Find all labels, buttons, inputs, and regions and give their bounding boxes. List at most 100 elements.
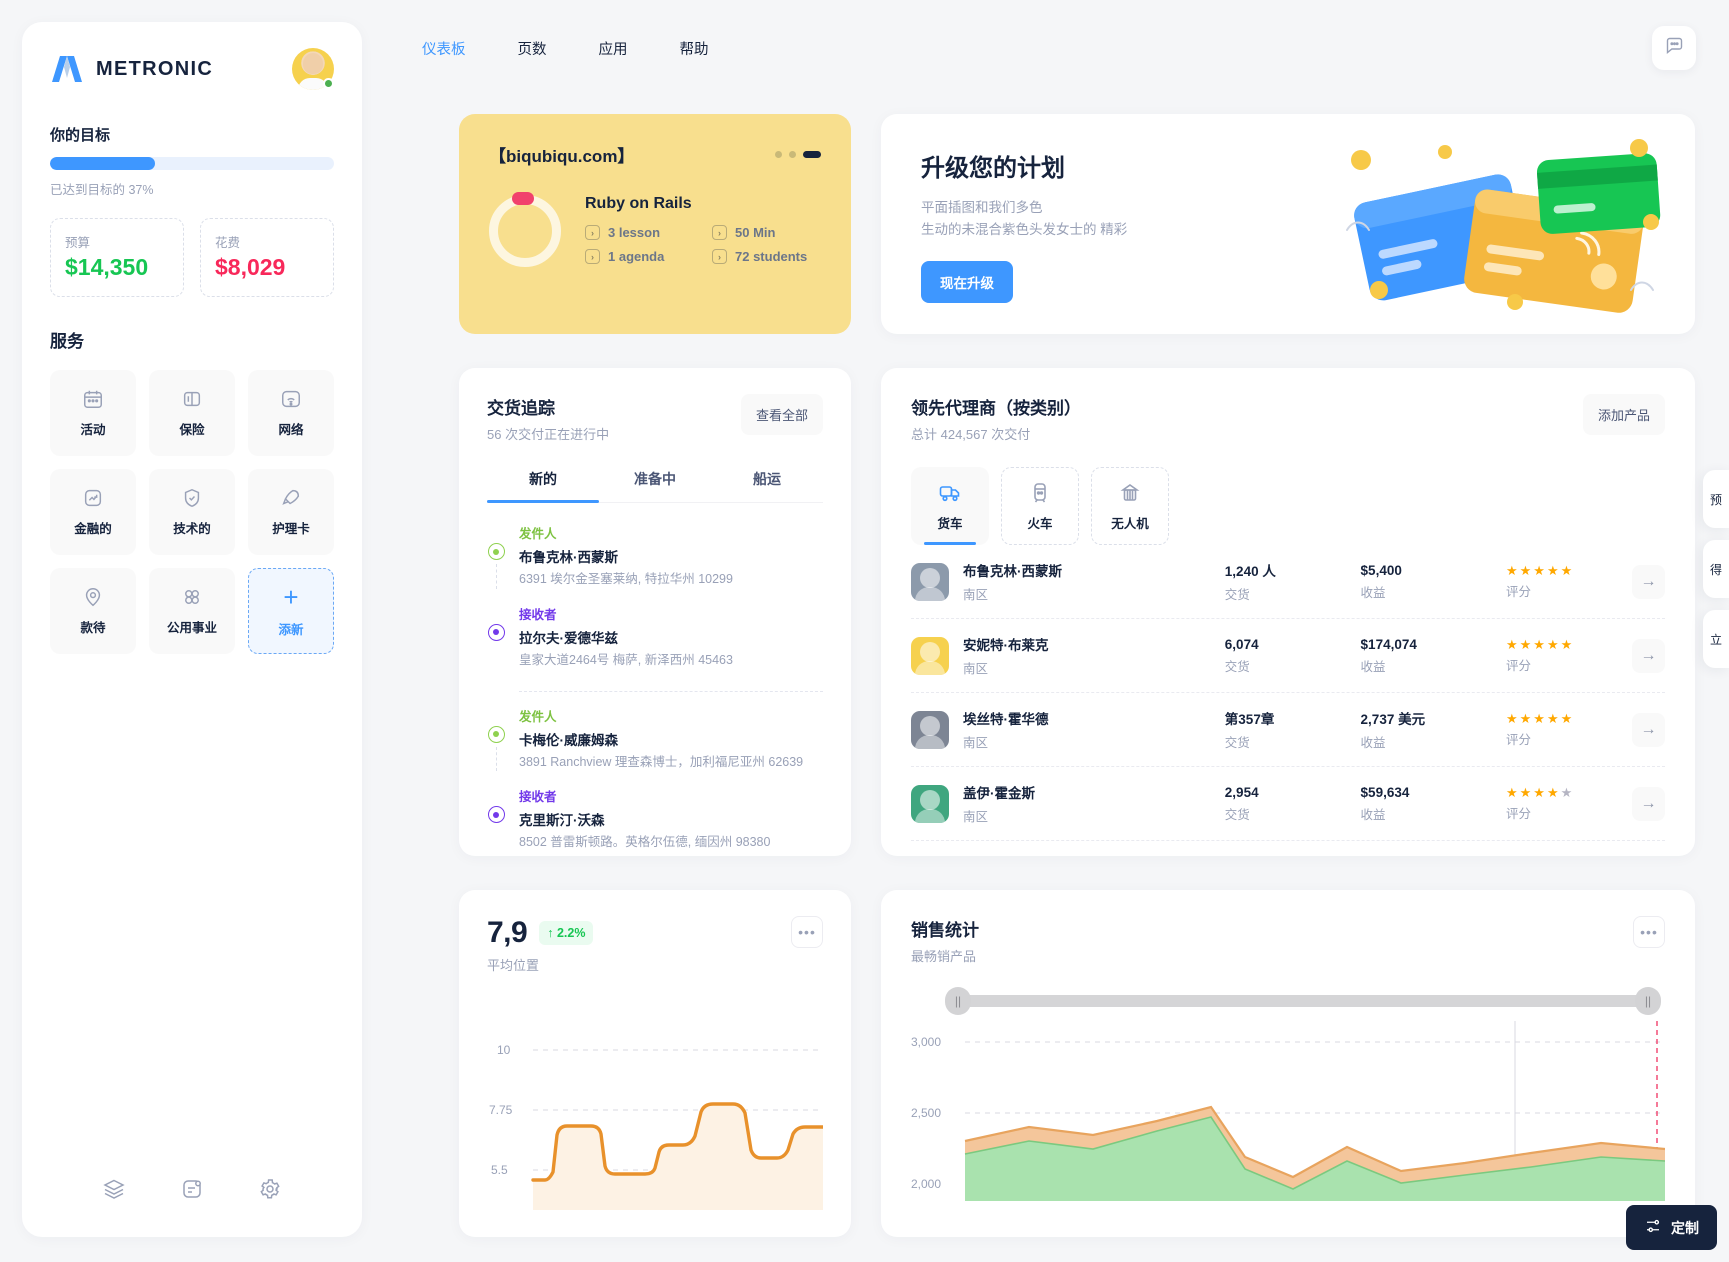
nav-item-apps[interactable]: 应用 (591, 34, 636, 63)
col-label-deliveries: 交货 (1224, 736, 1250, 750)
shield-check-icon (181, 487, 203, 509)
agent-region: 南区 (963, 736, 989, 750)
meta-item: › 72 students (712, 249, 807, 264)
grid-circles-icon (181, 586, 203, 608)
col-label-rating: 评分 (1505, 732, 1531, 747)
chevron-right-icon: › (585, 225, 600, 240)
list-item[interactable]: 接收者 拉尔夫·爱德华兹 皇家大道2464号 梅萨, 新泽西州 45463 (487, 604, 823, 685)
peek-card-3[interactable]: 立 (1703, 610, 1729, 668)
table-row[interactable]: 安妮特·布莱克 南区 6,074 交货 $174,074 收益 ★ ★ ★ ★ ★ 评分 → (911, 619, 1665, 693)
carousel-dot-active[interactable] (803, 151, 821, 158)
col-label-revenue: 收益 (1360, 807, 1386, 822)
upgrade-illustration (1339, 130, 1669, 320)
service-tile-insurance[interactable]: 保险 (149, 370, 235, 456)
avatar[interactable] (292, 48, 334, 90)
nav-item-dashboard[interactable]: 仪表板 (414, 34, 474, 63)
nav-item-help[interactable]: 帮助 (672, 34, 717, 63)
star-rating: ★ ★ ★ ★ ★ (1505, 562, 1573, 578)
ellipsis-icon[interactable]: ••• (791, 916, 823, 948)
service-tile-events[interactable]: 活动 (50, 370, 136, 456)
table-row[interactable]: 盖伊·霍金斯 南区 2,954 交货 $59,634 收益 ★ ★ ★ ★ ★ 评分 → (911, 767, 1665, 841)
range-slider-handle-right[interactable]: || (1635, 987, 1661, 1015)
list-item[interactable]: 发件人 布鲁克林·西蒙斯 6391 埃尔金圣塞莱纳, 特拉华州 10299 (487, 523, 823, 604)
tab-preparing[interactable]: 准备中 (599, 469, 711, 502)
chat-button[interactable] (1652, 26, 1696, 70)
address: 6391 埃尔金圣塞莱纳, 特拉华州 10299 (519, 572, 733, 586)
promo-body: Ruby on Rails › 3 lesson › 50 Min › 1 agend… (489, 192, 821, 267)
add-product-button[interactable]: 添加产品 (1582, 394, 1665, 435)
online-status-dot (323, 78, 334, 89)
service-tile-financial[interactable]: 金融的 (50, 469, 136, 555)
chevron-right-icon: › (712, 249, 727, 264)
agents-titles: 领先代理商（按类别） 总计 424,567 次交付 (911, 394, 1081, 443)
gear-icon[interactable] (258, 1177, 282, 1201)
service-tile-add-new[interactable]: + 添新 (248, 568, 334, 654)
col-label-deliveries: 交货 (1224, 588, 1250, 602)
agent-deliveries: 2,954 (1224, 784, 1259, 800)
nav-item-pages[interactable]: 页数 (510, 34, 555, 63)
dashboard-page: METRONIC 你的目标 已达到目标的 37% 预算 $14,350 花费 $ (0, 0, 1729, 1262)
customize-button[interactable]: 定制 (1626, 1205, 1717, 1250)
range-slider[interactable]: || || (945, 987, 1661, 1015)
table-row[interactable]: 埃丝特·霍华德 南区 第357章 交货 2,737 美元 收益 ★ ★ ★ ★ ★ 评分 → (911, 693, 1665, 767)
sales-header: 销售统计 最畅销产品 ••• (911, 916, 1665, 965)
svg-text:7.75: 7.75 (489, 1103, 513, 1117)
sender-pin-icon (487, 725, 505, 743)
avatar (911, 784, 949, 823)
brand[interactable]: METRONIC (50, 54, 213, 84)
range-slider-handle-left[interactable]: || (945, 987, 971, 1015)
role-label: 接收者 (519, 607, 557, 622)
mode-truck[interactable]: 货车 (911, 467, 989, 545)
svg-text:5.5: 5.5 (491, 1163, 508, 1177)
stat-value: $8,029 (215, 254, 286, 280)
arrow-right-icon[interactable]: → (1632, 786, 1665, 821)
arrow-right-icon[interactable]: → (1632, 638, 1665, 673)
course-meta: › 3 lesson › 50 Min › 1 agenda › 72 students (585, 225, 807, 264)
tab-shipping[interactable]: 船运 (711, 469, 823, 502)
table-row[interactable]: 布鲁克林·西蒙斯 南区 1,240 人交货 $5,400 收益 ★ ★ ★ ★ ★ 评分 → (911, 545, 1665, 619)
truck-icon (938, 481, 962, 505)
service-tile-utilities[interactable]: 公用事业 (149, 568, 235, 654)
upgrade-now-button[interactable]: 现在升级 (921, 260, 1013, 303)
note-icon[interactable] (180, 1177, 204, 1201)
avatar (911, 636, 949, 675)
brand-name: METRONIC (96, 57, 214, 80)
agent-revenue: 2,737 美元 (1360, 712, 1426, 727)
service-label: 保险 (179, 423, 205, 437)
service-tile-hospitality[interactable]: 款待 (50, 568, 136, 654)
service-tile-technical[interactable]: 技术的 (149, 469, 235, 555)
carousel-dots[interactable] (775, 151, 821, 158)
mode-label: 火车 (1027, 516, 1053, 531)
star-rating: ★ ★ ★ ★ ★ (1505, 710, 1573, 726)
peek-card-2[interactable]: 得 (1703, 540, 1729, 598)
delivery-subtitle: 56 次交付正在进行中 (487, 427, 610, 442)
arrow-right-icon[interactable]: → (1632, 564, 1665, 599)
list-item[interactable]: 接收者 克里斯汀·沃森 8502 普雷斯顿路。英格尔伍德, 缅因州 98380 (487, 786, 823, 856)
col-label-rating: 评分 (1505, 806, 1531, 821)
carousel-dot[interactable] (775, 151, 782, 158)
mode-train[interactable]: 火车 (1001, 467, 1079, 545)
sales-subtitle: 最畅销产品 (911, 949, 977, 964)
avgpos-header: 7,9 ↑ 2.2% 平均位置 ••• (487, 916, 823, 974)
service-label: 金融的 (74, 522, 112, 536)
tab-new[interactable]: 新的 (487, 469, 599, 503)
service-tile-carecard[interactable]: 护理卡 (248, 469, 334, 555)
progress-ring (489, 192, 561, 267)
view-all-button[interactable]: 查看全部 (740, 394, 823, 435)
ellipsis-icon[interactable]: ••• (1633, 916, 1665, 948)
star-rating: ★ ★ ★ ★ ★ (1505, 636, 1573, 652)
arrow-right-icon[interactable]: → (1632, 712, 1665, 747)
timeline-rail (487, 706, 505, 772)
mode-drone[interactable]: 无人机 (1091, 467, 1169, 545)
delivery-list: 发件人 布鲁克林·西蒙斯 6391 埃尔金圣塞莱纳, 特拉华州 10299 接收… (487, 523, 823, 856)
train-icon (1028, 481, 1052, 505)
layers-icon[interactable] (102, 1177, 126, 1201)
list-item[interactable]: 发件人 卡梅伦·威廉姆森 3891 Ranchview 理查森博士，加利福尼亚州… (487, 706, 823, 787)
service-tile-network[interactable]: 网络 (248, 370, 334, 456)
agents-subtitle: 总计 424,567 次交付 (911, 427, 1031, 442)
peek-card-1[interactable]: 预 (1703, 470, 1729, 528)
carousel-dot[interactable] (789, 151, 796, 158)
goal-title: 你的目标 (50, 127, 111, 144)
table-row[interactable]: 马文·麦金尼南区 第822章交货 19,842 美元收益 ★★★★★评分 → (911, 841, 1665, 856)
agent-name: 布鲁克林·西蒙斯 (963, 564, 1062, 579)
